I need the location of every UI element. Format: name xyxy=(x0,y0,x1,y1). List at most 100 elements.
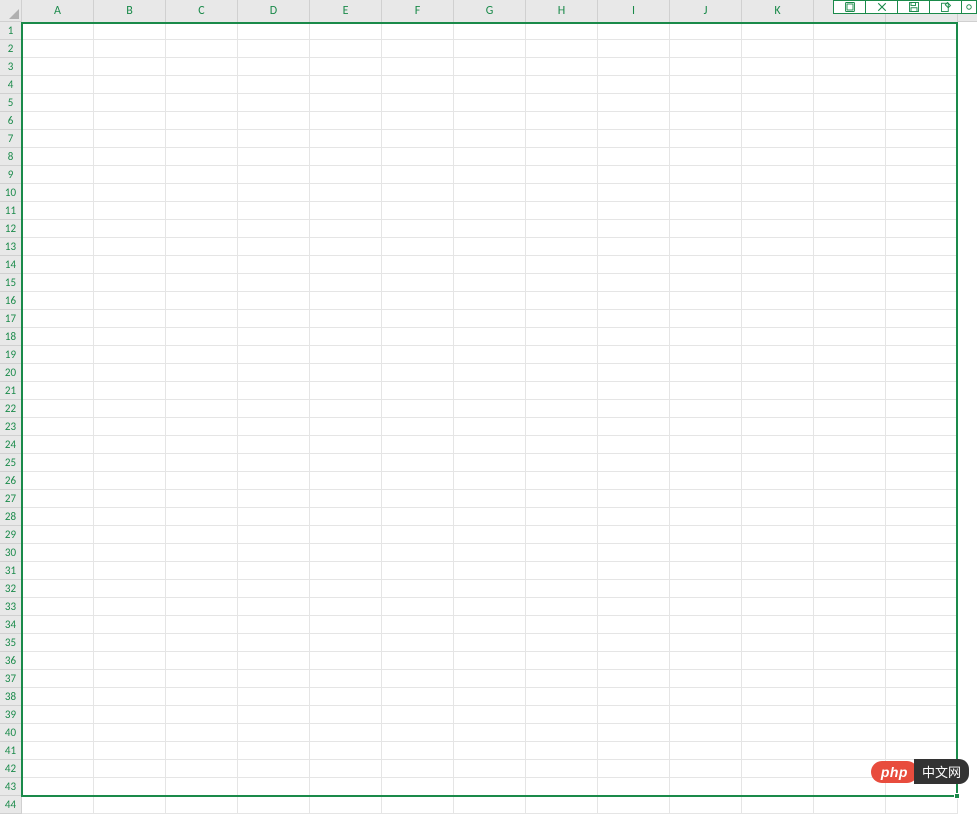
cell[interactable] xyxy=(886,670,958,688)
cell[interactable] xyxy=(454,778,526,796)
cell[interactable] xyxy=(742,382,814,400)
row-header[interactable]: 36 xyxy=(0,652,22,670)
toolbar-settings-button[interactable] xyxy=(961,0,977,14)
cell[interactable] xyxy=(670,220,742,238)
cell[interactable] xyxy=(238,580,310,598)
cell[interactable] xyxy=(238,22,310,40)
cell[interactable] xyxy=(814,382,886,400)
row-header[interactable]: 1 xyxy=(0,22,22,40)
cell[interactable] xyxy=(598,130,670,148)
row-header[interactable]: 34 xyxy=(0,616,22,634)
cell[interactable] xyxy=(22,274,94,292)
cell[interactable] xyxy=(742,94,814,112)
cell[interactable] xyxy=(166,328,238,346)
cell[interactable] xyxy=(22,778,94,796)
cell[interactable] xyxy=(238,670,310,688)
cell[interactable] xyxy=(886,22,958,40)
cell[interactable] xyxy=(598,724,670,742)
cell[interactable] xyxy=(598,112,670,130)
cell[interactable] xyxy=(814,688,886,706)
cell[interactable] xyxy=(670,94,742,112)
cell[interactable] xyxy=(814,328,886,346)
cell[interactable] xyxy=(454,166,526,184)
cell[interactable] xyxy=(238,328,310,346)
cell[interactable] xyxy=(382,364,454,382)
cell[interactable] xyxy=(310,472,382,490)
column-header[interactable]: G xyxy=(454,0,526,22)
cell[interactable] xyxy=(166,508,238,526)
cell[interactable] xyxy=(454,472,526,490)
cell[interactable] xyxy=(814,220,886,238)
cell[interactable] xyxy=(670,130,742,148)
cell[interactable] xyxy=(454,508,526,526)
cell[interactable] xyxy=(598,688,670,706)
cell[interactable] xyxy=(670,454,742,472)
cell[interactable] xyxy=(166,364,238,382)
cell[interactable] xyxy=(670,472,742,490)
cell[interactable] xyxy=(598,256,670,274)
cell[interactable] xyxy=(310,166,382,184)
cell[interactable] xyxy=(814,184,886,202)
cell[interactable] xyxy=(598,76,670,94)
cell[interactable] xyxy=(238,436,310,454)
cell[interactable] xyxy=(238,562,310,580)
cell[interactable] xyxy=(382,454,454,472)
cell[interactable] xyxy=(742,202,814,220)
cell[interactable] xyxy=(382,472,454,490)
cell[interactable] xyxy=(454,274,526,292)
cell[interactable] xyxy=(22,724,94,742)
row-header[interactable]: 38 xyxy=(0,688,22,706)
cell[interactable] xyxy=(598,742,670,760)
cell[interactable] xyxy=(238,112,310,130)
cell[interactable] xyxy=(94,76,166,94)
cell[interactable] xyxy=(94,148,166,166)
cell[interactable] xyxy=(166,760,238,778)
cell[interactable] xyxy=(526,184,598,202)
cell[interactable] xyxy=(454,220,526,238)
cell[interactable] xyxy=(886,148,958,166)
cell[interactable] xyxy=(454,202,526,220)
cell[interactable] xyxy=(310,580,382,598)
cell[interactable] xyxy=(742,184,814,202)
cell[interactable] xyxy=(814,616,886,634)
cell[interactable] xyxy=(814,76,886,94)
cell[interactable] xyxy=(94,400,166,418)
cell[interactable] xyxy=(238,418,310,436)
cell[interactable] xyxy=(526,310,598,328)
cell[interactable] xyxy=(886,364,958,382)
row-header[interactable]: 6 xyxy=(0,112,22,130)
row-header[interactable]: 44 xyxy=(0,796,22,814)
cell[interactable] xyxy=(670,328,742,346)
cell[interactable] xyxy=(166,778,238,796)
cell[interactable] xyxy=(454,526,526,544)
cell[interactable] xyxy=(814,598,886,616)
cell[interactable] xyxy=(814,130,886,148)
cell[interactable] xyxy=(310,310,382,328)
cell[interactable] xyxy=(310,130,382,148)
cell[interactable] xyxy=(94,328,166,346)
cell[interactable] xyxy=(670,796,742,814)
cell[interactable] xyxy=(382,310,454,328)
cell[interactable] xyxy=(526,238,598,256)
row-header[interactable]: 24 xyxy=(0,436,22,454)
cell[interactable] xyxy=(94,256,166,274)
cell[interactable] xyxy=(742,346,814,364)
cell[interactable] xyxy=(814,202,886,220)
cell[interactable] xyxy=(886,742,958,760)
cell[interactable] xyxy=(886,526,958,544)
cell[interactable] xyxy=(670,526,742,544)
cell[interactable] xyxy=(382,706,454,724)
cell[interactable] xyxy=(598,184,670,202)
cell[interactable] xyxy=(22,706,94,724)
cell[interactable] xyxy=(166,22,238,40)
cell[interactable] xyxy=(670,634,742,652)
cell[interactable] xyxy=(238,238,310,256)
cell[interactable] xyxy=(238,292,310,310)
cell[interactable] xyxy=(454,382,526,400)
cell[interactable] xyxy=(310,652,382,670)
cell[interactable] xyxy=(94,346,166,364)
cell[interactable] xyxy=(382,436,454,454)
cell[interactable] xyxy=(382,796,454,814)
cell[interactable] xyxy=(238,400,310,418)
cell[interactable] xyxy=(382,274,454,292)
